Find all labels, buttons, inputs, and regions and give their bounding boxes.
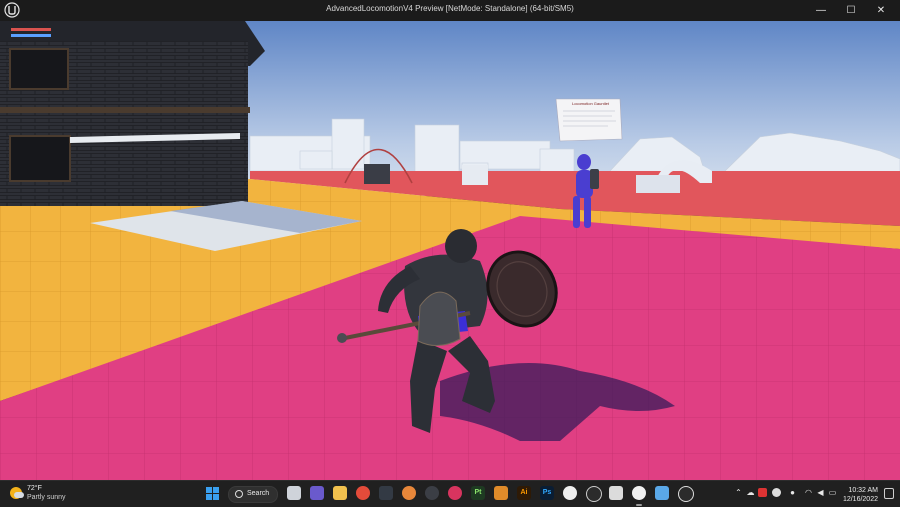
window-title-bar: AdvancedLocomotionV4 Preview [NetMode: S… (0, 0, 900, 21)
inkscape-icon[interactable] (563, 486, 577, 500)
unreal-launcher-icon[interactable] (379, 486, 393, 500)
sign-title: Locomotion Gauntlet (572, 101, 610, 106)
tray-obs-icon[interactable] (772, 488, 781, 497)
stone-building (0, 21, 265, 206)
tray-overflow-chevron-icon[interactable]: ⌃ (734, 488, 743, 497)
photoshop-icon[interactable]: Ps (540, 486, 554, 500)
volume-icon[interactable]: ◀ (816, 488, 825, 497)
clock-date: 12/16/2022 (842, 496, 878, 503)
app-ring-icon[interactable] (678, 486, 694, 502)
obs-icon[interactable] (586, 486, 602, 502)
windows-taskbar: 72°F Partly sunny Search Pt Ai Ps ⌃ ☁ ● … (0, 480, 900, 507)
onedrive-icon[interactable]: ☁ (746, 488, 755, 497)
search-icon (235, 490, 243, 498)
davinci-icon[interactable] (425, 486, 439, 500)
unreal-editor-icon[interactable] (632, 486, 646, 500)
hud-stamina-bar (11, 34, 51, 37)
close-button[interactable]: ✕ (866, 0, 896, 21)
hud-health-bar (11, 28, 51, 31)
app-red-icon[interactable] (448, 486, 462, 500)
partly-sunny-icon (10, 487, 24, 499)
info-sign: Locomotion Gauntlet (555, 98, 623, 142)
game-viewport[interactable]: Locomotion Gauntlet (0, 21, 900, 480)
window-title: AdvancedLocomotionV4 Preview [NetMode: S… (326, 4, 574, 13)
battery-icon[interactable]: ▭ (828, 488, 837, 497)
start-button[interactable] (206, 487, 219, 500)
minimize-button[interactable]: — (806, 0, 836, 21)
teams-icon[interactable] (310, 486, 324, 500)
capture-icon[interactable] (609, 486, 623, 500)
notepad-icon[interactable] (655, 486, 669, 500)
box-icon[interactable] (494, 486, 508, 500)
game-scene: Locomotion Gauntlet (0, 21, 900, 480)
notification-icon[interactable] (884, 488, 894, 499)
illustrator-icon[interactable]: Ai (517, 486, 531, 500)
blender-icon[interactable] (402, 486, 416, 500)
clock-time: 10:32 AM (848, 487, 878, 494)
weather-widget[interactable]: 72°F Partly sunny (8, 485, 88, 505)
task-view-icon[interactable] (287, 486, 301, 500)
maximize-button[interactable]: ☐ (836, 0, 866, 21)
weather-temp: 72°F (27, 485, 42, 492)
wifi-icon[interactable]: ◠ (804, 488, 813, 497)
chrome-icon[interactable] (356, 486, 370, 500)
weather-condition: Partly sunny (27, 494, 66, 501)
system-clock[interactable]: 10:32 AM 12/16/2022 (843, 486, 878, 504)
file-explorer-icon[interactable] (333, 486, 347, 500)
tray-app-icon[interactable] (758, 488, 767, 497)
microphone-icon[interactable]: ● (788, 488, 797, 497)
search-label: Search (247, 490, 270, 497)
taskbar-search[interactable]: Search (228, 486, 278, 503)
pt-icon[interactable]: Pt (471, 486, 485, 500)
